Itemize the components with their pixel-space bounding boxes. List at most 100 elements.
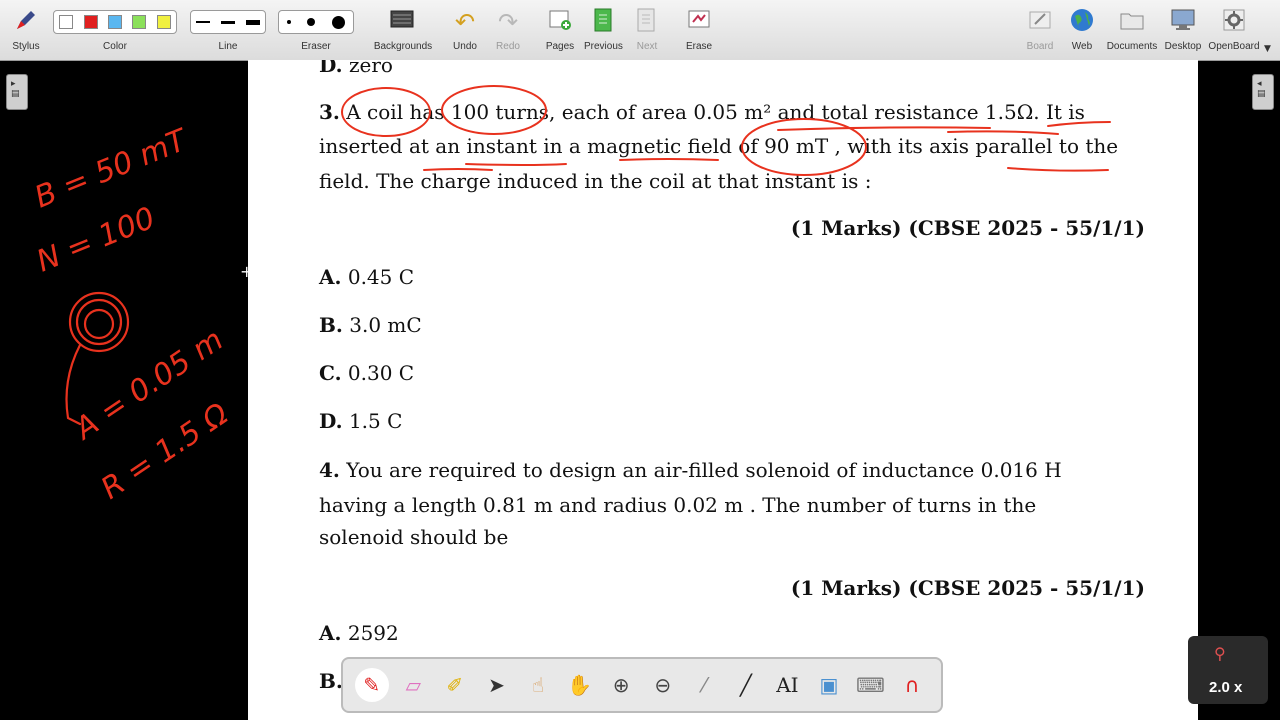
openboard-label: OpenBoard [1208,41,1260,52]
option-letter: D. [319,409,343,433]
zoom-indicator[interactable]: ⚲ 2.0 x [1188,636,1268,704]
annotation-b: B = 50 mT [30,122,194,215]
highlighter-icon: ✐ [446,673,464,697]
next-page-icon [634,7,658,38]
capture-tool[interactable]: ▣ [812,668,846,702]
q4-line-2: having a length 0.81 m and radius 0.02 m… [319,493,1037,517]
underline-charge [423,168,493,171]
next-label: Next [636,41,658,52]
right-panel-tab[interactable]: ◂ ▤ [1252,74,1274,110]
redo-button[interactable]: ↷ [491,6,525,38]
pages-label: Pages [545,41,575,52]
pen-icon: ✎ [363,673,381,697]
right-panel-icon: ◂ ▤ [1257,79,1266,99]
previous-page-icon [591,7,615,38]
underline-parallel [1007,167,1109,172]
option-letter: B. [319,313,343,337]
q4-marks: (1 Marks) (CBSE 2025 - 55/1/1) [790,576,1145,600]
zoom-out-tool[interactable]: ⊖ [646,668,680,702]
main-toolbar: Stylus Color Line Eraser Backgrounds ↶ U… [0,0,1280,61]
folder-icon [1118,8,1146,37]
pen-tool[interactable]: ✎ [354,668,389,702]
color-green[interactable] [132,15,147,29]
underline-magnetic-field [619,158,719,161]
zoom-in-icon: ⊕ [612,673,630,697]
line-thin[interactable] [196,21,211,23]
eraser-small[interactable] [287,20,292,24]
undo-icon: ↶ [454,8,476,36]
eraser-tool[interactable]: ▱ [396,668,430,702]
pages-button[interactable] [543,6,577,38]
line-tool[interactable]: ╱ [729,668,763,702]
text-tool[interactable]: AI [770,668,804,702]
q3-option-b: B. 3.0 mC [319,313,422,337]
documents-button[interactable] [1115,6,1149,38]
desktop-label: Desktop [1164,41,1202,52]
erase-label: Erase [685,41,713,52]
previous-page-button[interactable] [586,6,620,38]
q4-option-a: A. 2592 [319,621,399,645]
next-page-button[interactable] [629,6,663,38]
handwritten-annotations: B = 50 mT N = 100 A = 0.05 m R = 1.5 Ω [30,122,235,507]
zoom-level: 2.0 x [1209,679,1243,696]
underline-resistance [777,126,991,131]
desktop-button[interactable] [1166,6,1200,38]
backgrounds-icon [389,9,415,36]
globe-icon [1069,7,1095,38]
add-page-icon [547,8,573,37]
interact-tool[interactable]: ☝ [521,668,555,702]
color-yellow[interactable] [156,15,171,29]
laser-pointer-tool[interactable]: ⁄ [687,668,721,702]
zoom-in-tool[interactable]: ⊕ [604,668,638,702]
eraser-large[interactable] [331,15,345,29]
color-red[interactable] [83,15,98,29]
option-text: 3.0 mC [342,313,422,337]
eraser-label: Eraser [301,41,331,52]
toolbar-collapse-arrow[interactable]: ▼ [1264,44,1271,54]
q3-option-c: C. 0.30 C [319,361,414,385]
hand-icon: ✋ [567,673,593,697]
select-tool[interactable]: ➤ [479,668,513,702]
stylus-button[interactable] [9,6,43,38]
q4-text-1: You are required to design an air-filled… [339,458,1062,482]
color-palette [53,10,177,34]
coil-sketch-core [83,308,115,340]
stylus-icon [13,7,39,38]
q3-option-a: A. 0.45 C [319,265,414,289]
keyboard-tool[interactable]: ⌨ [854,668,888,702]
eraser-icon: ▱ [405,673,422,697]
option-letter: C. [319,361,342,385]
openboard-button[interactable] [1217,6,1251,38]
option-text: 0.30 C [341,361,415,385]
color-blue[interactable] [107,15,122,29]
q4-line-3: solenoid should be [319,525,509,549]
laser-pointer-icon: ⁄ [702,673,706,697]
color-white[interactable] [59,15,74,29]
undo-button[interactable]: ↶ [448,6,482,38]
magnet-tool[interactable]: ∩ [895,668,929,702]
magnet-icon: ∩ [904,673,920,697]
option-text: 0.45 C [341,265,415,289]
annotation-n: N = 100 [32,201,160,280]
board-button[interactable] [1023,6,1057,38]
eraser-medium[interactable] [307,18,316,26]
option-text: 1.5 C [342,409,403,433]
line-medium[interactable] [220,20,235,24]
line-thick[interactable] [245,19,260,25]
stylus-label: Stylus [12,41,40,52]
line-width-selector [190,10,266,34]
web-label: Web [1071,41,1093,52]
page-ink-marks [341,85,1111,176]
highlighter-tool[interactable]: ✐ [438,668,472,702]
circle-100-turns [441,85,547,135]
coil-sketch [68,291,130,353]
backgrounds-button[interactable] [385,6,419,38]
circle-coil-has [341,87,431,137]
board-label: Board [1026,41,1054,52]
web-button[interactable] [1065,6,1099,38]
erase-button[interactable] [682,6,716,38]
magnifier-icon: ⚲ [1214,646,1226,663]
pan-tool[interactable]: ✋ [563,668,597,702]
color-label: Color [103,41,127,52]
text-icon: AI [776,673,799,697]
